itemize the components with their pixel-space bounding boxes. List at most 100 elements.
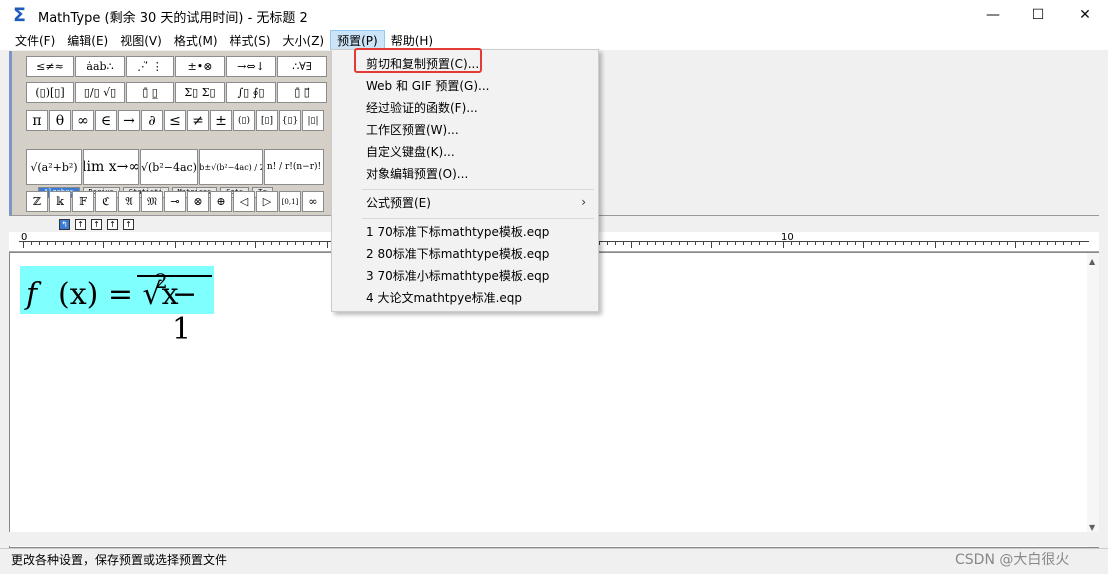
fraktur-m-button[interactable]: 𝔐 bbox=[141, 191, 163, 212]
menu-help[interactable]: 帮助(H) bbox=[385, 30, 439, 50]
maximize-button[interactable]: ☐ bbox=[1015, 0, 1061, 30]
menu-custom-keyboard[interactable]: 自定义键盘(K)... bbox=[366, 141, 455, 163]
ruler-tick bbox=[663, 241, 664, 245]
ruler-tick bbox=[671, 241, 672, 245]
vertical-scrollbar[interactable]: ▲ ▼ bbox=[1087, 253, 1099, 547]
arrow-right-button[interactable]: → bbox=[118, 110, 140, 131]
element-of-button[interactable]: ∈ bbox=[95, 110, 117, 131]
ruler-tick bbox=[127, 241, 128, 245]
integrals-palette-button[interactable]: ∫▯ ∮▯ bbox=[226, 82, 276, 103]
menu-preferences[interactable]: 预置(P) bbox=[330, 30, 385, 50]
mathtype-window: Σ MathType (剩余 30 天的试用时间) - 无标题 2 — ☐ ✕ … bbox=[0, 0, 1108, 574]
infinity-button[interactable]: ∞ bbox=[72, 110, 94, 131]
tab-small-button-1[interactable]: ↰ bbox=[59, 219, 70, 230]
ruler-tick bbox=[943, 241, 944, 245]
ruler-tick bbox=[775, 241, 776, 245]
fraktur-c-button[interactable]: ℭ bbox=[95, 191, 117, 212]
tab-small-button-4[interactable]: ↑ bbox=[107, 219, 118, 230]
menu-size[interactable]: 大小(Z) bbox=[277, 30, 331, 50]
scroll-up-icon[interactable]: ▲ bbox=[1089, 257, 1095, 266]
close-button[interactable]: ✕ bbox=[1062, 0, 1108, 30]
status-text: 更改各种设置，保存预置或选择预置文件 bbox=[11, 553, 228, 567]
limit-template-button[interactable]: lim x→∞ bbox=[83, 149, 139, 185]
arrows-palette-button[interactable]: →⇔↓ bbox=[226, 56, 276, 77]
operators-palette-button[interactable]: ±•⊗ bbox=[175, 56, 225, 77]
ruler-tick bbox=[1063, 241, 1064, 245]
equation[interactable]: f (x) = √x 2 − 1 bbox=[20, 266, 214, 347]
minimize-button[interactable]: — bbox=[970, 0, 1016, 30]
fences-palette-button[interactable]: (▯)[▯] bbox=[26, 82, 74, 103]
ruler-tick bbox=[751, 241, 752, 245]
otimes-button[interactable]: ⊗ bbox=[187, 191, 209, 212]
infinity-small-button[interactable]: ∞ bbox=[302, 191, 324, 212]
menu-recent-file-2[interactable]: 2 80标准下标mathtype模板.eqp bbox=[366, 243, 549, 265]
tab-small-button-3[interactable]: ↑ bbox=[91, 219, 102, 230]
pi-button[interactable]: π bbox=[26, 110, 48, 131]
menu-web-gif-prefs[interactable]: Web 和 GIF 预置(G)... bbox=[366, 75, 489, 97]
menu-view[interactable]: 视图(V) bbox=[114, 30, 168, 50]
ruler-tick bbox=[783, 241, 784, 248]
ruler-tick bbox=[919, 241, 920, 245]
scripts-palette-button[interactable]: ▯̄ ▯̲ bbox=[126, 82, 174, 103]
not-equal-button[interactable]: ≠ bbox=[187, 110, 209, 131]
sums-palette-button[interactable]: Σ▯ Σ▯ bbox=[175, 82, 225, 103]
menu-recent-file-4[interactable]: 4 大论文mathtpye标准.eqp bbox=[366, 287, 522, 309]
equation-function: f bbox=[26, 277, 38, 312]
pythagoras-template-button[interactable]: √(a²+b²) bbox=[26, 149, 82, 185]
menu-recent-file-1[interactable]: 1 70标准下标mathtype模板.eqp bbox=[366, 221, 549, 243]
tab-small-button-5[interactable]: ↑ bbox=[123, 219, 134, 230]
menu-object-editing-prefs[interactable]: 对象编辑预置(O)... bbox=[366, 163, 468, 185]
parens-button[interactable]: (▯) bbox=[233, 110, 255, 131]
fraktur-a-button[interactable]: 𝔄 bbox=[118, 191, 140, 212]
quadratic-formula-button[interactable]: −b±√(b²−4ac) / 2a bbox=[199, 149, 263, 185]
ruler-tick bbox=[807, 241, 808, 245]
scroll-down-icon[interactable]: ▼ bbox=[1089, 523, 1095, 532]
preferences-dropdown: 剪切和复制预置(C)... Web 和 GIF 预置(G)... 经过验证的函数… bbox=[331, 49, 599, 312]
ruler-tick bbox=[207, 241, 208, 245]
oplus-button[interactable]: ⊕ bbox=[210, 191, 232, 212]
partial-button[interactable]: ∂ bbox=[141, 110, 163, 131]
logic-palette-button[interactable]: ∴∀∃ bbox=[277, 56, 327, 77]
embellishments-palette-button[interactable]: ⋰̈ ⋮ bbox=[126, 56, 174, 77]
menu-recent-file-3[interactable]: 3 70标准小标mathtype模板.eqp bbox=[366, 265, 549, 287]
braces-button[interactable]: {▯} bbox=[279, 110, 301, 131]
less-equal-button[interactable]: ≤ bbox=[164, 110, 186, 131]
theta-button[interactable]: θ bbox=[49, 110, 71, 131]
menu-style[interactable]: 样式(S) bbox=[224, 30, 277, 50]
discriminant-template-button[interactable]: √(b²−4ac) bbox=[140, 149, 198, 185]
field-button[interactable]: 𝔽 bbox=[72, 191, 94, 212]
menu-workspace-prefs[interactable]: 工作区预置(W)... bbox=[366, 119, 459, 141]
ruler-tick bbox=[927, 241, 928, 245]
menu-verified-functions[interactable]: 经过验证的函数(F)... bbox=[366, 97, 478, 119]
ruler-tick bbox=[911, 241, 912, 245]
integers-button[interactable]: ℤ bbox=[26, 191, 48, 212]
menu-edit[interactable]: 编辑(E) bbox=[61, 30, 114, 50]
ruler-tick bbox=[863, 241, 864, 248]
ruler-tick bbox=[767, 241, 768, 245]
ruler-tick bbox=[223, 241, 224, 245]
ruler-tick bbox=[951, 241, 952, 245]
multimap-button[interactable]: ⊸ bbox=[164, 191, 186, 212]
spaces-palette-button[interactable]: ȧab∴ bbox=[75, 56, 125, 77]
ruler-tick bbox=[1047, 241, 1048, 245]
menu-file[interactable]: 文件(F) bbox=[9, 30, 61, 50]
plus-minus-button[interactable]: ± bbox=[210, 110, 232, 131]
fraktur-k-button[interactable]: 𝕜 bbox=[49, 191, 71, 212]
tab-small-button-2[interactable]: ↑ bbox=[75, 219, 86, 230]
combination-template-button[interactable]: n! / r!(n−r)! bbox=[264, 149, 324, 185]
horizontal-scrollbar[interactable] bbox=[9, 532, 1099, 546]
relations-palette-button[interactable]: ≤≠≈ bbox=[26, 56, 74, 77]
right-triangle-button[interactable]: ▷ bbox=[256, 191, 278, 212]
interval-button[interactable]: [0,1] bbox=[279, 191, 301, 212]
abs-button[interactable]: |▯| bbox=[302, 110, 324, 131]
menu-format[interactable]: 格式(M) bbox=[168, 30, 224, 50]
fractions-palette-button[interactable]: ▯/▯ √▯ bbox=[75, 82, 125, 103]
palette-row-templates: √(a²+b²) lim x→∞ √(b²−4ac) −b±√(b²−4ac) … bbox=[26, 149, 324, 185]
ruler-tick bbox=[735, 241, 736, 245]
ruler-tick bbox=[95, 241, 96, 245]
bars-palette-button[interactable]: ▯̄ ▯⃗ bbox=[277, 82, 327, 103]
menu-equation-prefs[interactable]: 公式预置(E) bbox=[366, 192, 586, 214]
brackets-button[interactable]: [▯] bbox=[256, 110, 278, 131]
left-triangle-button[interactable]: ◁ bbox=[233, 191, 255, 212]
ruler-tick bbox=[855, 241, 856, 245]
